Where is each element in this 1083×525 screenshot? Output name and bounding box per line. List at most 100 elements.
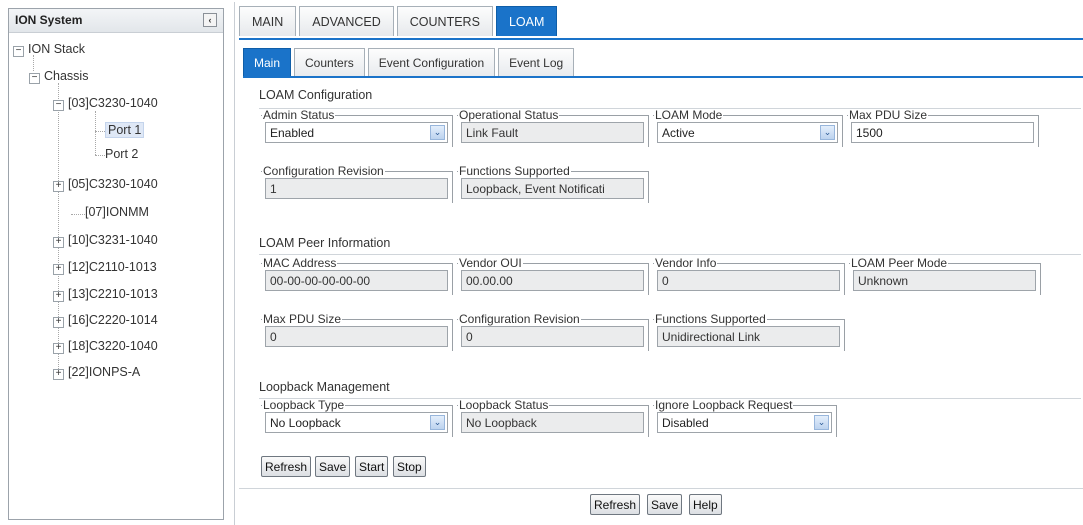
- subtab-event-configuration[interactable]: Event Configuration: [367, 48, 496, 76]
- subtab-counters[interactable]: Counters: [294, 48, 365, 76]
- loam-peer-information-title: LOAM Peer Information: [259, 236, 391, 250]
- chevron-left-icon[interactable]: ‹: [203, 13, 217, 27]
- max-pdu-size-input[interactable]: 1500: [851, 122, 1034, 143]
- tree-node-label: [10]C3231-1040: [68, 233, 158, 247]
- chevron-down-icon[interactable]: ⌄: [814, 415, 829, 430]
- tree-node-label: Chassis: [44, 69, 89, 83]
- tab-underline: [239, 38, 1083, 40]
- chevron-down-icon[interactable]: ⌄: [820, 125, 835, 140]
- admin-status-group: Admin Status Enabled ⌄: [261, 108, 453, 147]
- operational-status-label: Operational Status: [459, 108, 559, 122]
- max-pdu-size-value: 1500: [856, 126, 883, 140]
- tree-node-10-c3231-1040[interactable]: + [10]C3231-1040: [53, 233, 158, 248]
- peer-mode-value: Unknown: [858, 274, 909, 288]
- tree-node-chassis[interactable]: − Chassis: [29, 69, 88, 84]
- tree-node-label: [07]IONMM: [85, 205, 149, 219]
- expand-toggle-icon[interactable]: +: [53, 264, 64, 275]
- tree-connector: [58, 83, 59, 373]
- ignore-loopback-request-label: Ignore Loopback Request: [655, 398, 793, 412]
- tree-node-16-c2220-1014[interactable]: + [16]C2220-1014: [53, 313, 158, 328]
- loam-mode-select[interactable]: Active ⌄: [657, 122, 838, 143]
- loopback-type-select[interactable]: No Loopback ⌄: [265, 412, 448, 433]
- save-button[interactable]: Save: [647, 494, 683, 515]
- loam-mode-group: LOAM Mode Active ⌄: [653, 108, 843, 147]
- loopback-start-button[interactable]: Start: [355, 456, 389, 477]
- chevron-down-icon[interactable]: ⌄: [430, 125, 445, 140]
- admin-status-label: Admin Status: [263, 108, 335, 122]
- loam-configuration-title: LOAM Configuration: [259, 88, 373, 102]
- tab-main[interactable]: MAIN: [239, 6, 297, 36]
- main-tab-bar: MAIN ADVANCED COUNTERS LOAM: [239, 6, 560, 40]
- ignore-loopback-request-group: Ignore Loopback Request Disabled ⌄: [653, 398, 837, 437]
- tree-node-label: Port 2: [105, 147, 139, 161]
- peer-functions-supported-field: Unidirectional Link: [657, 326, 840, 347]
- tree-node-label: [13]C2210-1013: [68, 287, 158, 301]
- peer-max-pdu-size-field: 0: [265, 326, 448, 347]
- expand-toggle-icon[interactable]: +: [53, 181, 64, 192]
- collapse-toggle-icon[interactable]: −: [13, 46, 24, 57]
- tab-loam[interactable]: LOAM: [495, 6, 558, 36]
- tree-node-label: [18]C3220-1040: [68, 339, 158, 353]
- tree-node-22-ionps-a[interactable]: + [22]IONPS-A: [53, 365, 140, 380]
- functions-supported-group: Functions Supported Loopback, Event Noti…: [457, 164, 649, 203]
- loopback-stop-button[interactable]: Stop: [393, 456, 426, 477]
- tree-node-12-c2110-1013[interactable]: + [12]C2110-1013: [53, 260, 157, 275]
- loopback-management-title: Loopback Management: [259, 380, 390, 394]
- collapse-toggle-icon[interactable]: −: [53, 100, 64, 111]
- operational-status-value: Link Fault: [466, 126, 519, 140]
- tab-advanced[interactable]: ADVANCED: [299, 6, 394, 36]
- expand-toggle-icon[interactable]: +: [53, 237, 64, 248]
- peer-max-pdu-size-group: Max PDU Size 0: [261, 312, 453, 351]
- tree-node-18-c3220-1040[interactable]: + [18]C3220-1040: [53, 339, 158, 354]
- loam-mode-label: LOAM Mode: [655, 108, 723, 122]
- max-pdu-size-label: Max PDU Size: [849, 108, 928, 122]
- peer-mac-address-label: MAC Address: [263, 256, 337, 270]
- chevron-down-icon[interactable]: ⌄: [430, 415, 445, 430]
- loopback-save-button[interactable]: Save: [315, 456, 351, 477]
- peer-vendor-info-group: Vendor Info 0: [653, 256, 845, 295]
- ignore-loopback-request-select[interactable]: Disabled ⌄: [657, 412, 832, 433]
- tree-header: ION System ‹: [9, 9, 223, 33]
- peer-configuration-revision-label: Configuration Revision: [459, 312, 580, 326]
- tree-connector: [71, 214, 85, 215]
- peer-mode-field: Unknown: [853, 270, 1036, 291]
- expand-toggle-icon[interactable]: +: [53, 343, 64, 354]
- operational-status-group: Operational Status Link Fault: [457, 108, 649, 147]
- help-button[interactable]: Help: [689, 494, 722, 515]
- footer-button-bar: Refresh Save Help: [239, 488, 1083, 524]
- loopback-type-group: Loopback Type No Loopback ⌄: [261, 398, 453, 437]
- loopback-status-label: Loopback Status: [459, 398, 549, 412]
- tree-node-05-c3230-1040[interactable]: + [05]C3230-1040: [53, 177, 158, 192]
- configuration-revision-field: 1: [265, 178, 448, 199]
- tree-node-03-c3230-1040[interactable]: − [03]C3230-1040: [53, 96, 158, 111]
- tree-node-port-1[interactable]: Port 1: [105, 122, 145, 138]
- peer-mac-address-group: MAC Address 00-00-00-00-00-00: [261, 256, 453, 295]
- expand-toggle-icon[interactable]: +: [53, 317, 64, 328]
- collapse-toggle-icon[interactable]: −: [29, 73, 40, 84]
- tree-node-label: ION Stack: [28, 42, 85, 56]
- max-pdu-size-group: Max PDU Size 1500: [847, 108, 1039, 147]
- tree-node-label: [05]C3230-1040: [68, 177, 158, 191]
- expand-toggle-icon[interactable]: +: [53, 369, 64, 380]
- subtab-event-log[interactable]: Event Log: [498, 48, 575, 76]
- loam-mode-value: Active: [662, 126, 695, 140]
- peer-configuration-revision-group: Configuration Revision 0: [457, 312, 649, 351]
- tree-connector: [95, 111, 96, 155]
- tree-node-ion-stack[interactable]: − ION Stack: [13, 42, 85, 57]
- expand-toggle-icon[interactable]: +: [53, 291, 64, 302]
- tree-node-07-ionmm[interactable]: [07]IONMM: [85, 205, 149, 219]
- tree-node-port-2[interactable]: Port 2: [105, 147, 138, 161]
- peer-mac-address-value: 00-00-00-00-00-00: [270, 274, 371, 288]
- subtab-main[interactable]: Main: [243, 48, 292, 76]
- peer-vendor-oui-value: 00.00.00: [466, 274, 513, 288]
- tree-node-13-c2210-1013[interactable]: + [13]C2210-1013: [53, 287, 158, 302]
- admin-status-select[interactable]: Enabled ⌄: [265, 122, 448, 143]
- peer-configuration-revision-field: 0: [461, 326, 644, 347]
- loopback-refresh-button[interactable]: Refresh: [261, 456, 312, 477]
- section-divider: [259, 254, 1081, 255]
- tree-connector: [95, 155, 105, 156]
- tab-counters[interactable]: COUNTERS: [396, 6, 493, 36]
- peer-vendor-info-field: 0: [657, 270, 840, 291]
- refresh-button[interactable]: Refresh: [590, 494, 641, 515]
- loam-subtab-bar: Main Counters Event Configuration Event …: [243, 48, 577, 78]
